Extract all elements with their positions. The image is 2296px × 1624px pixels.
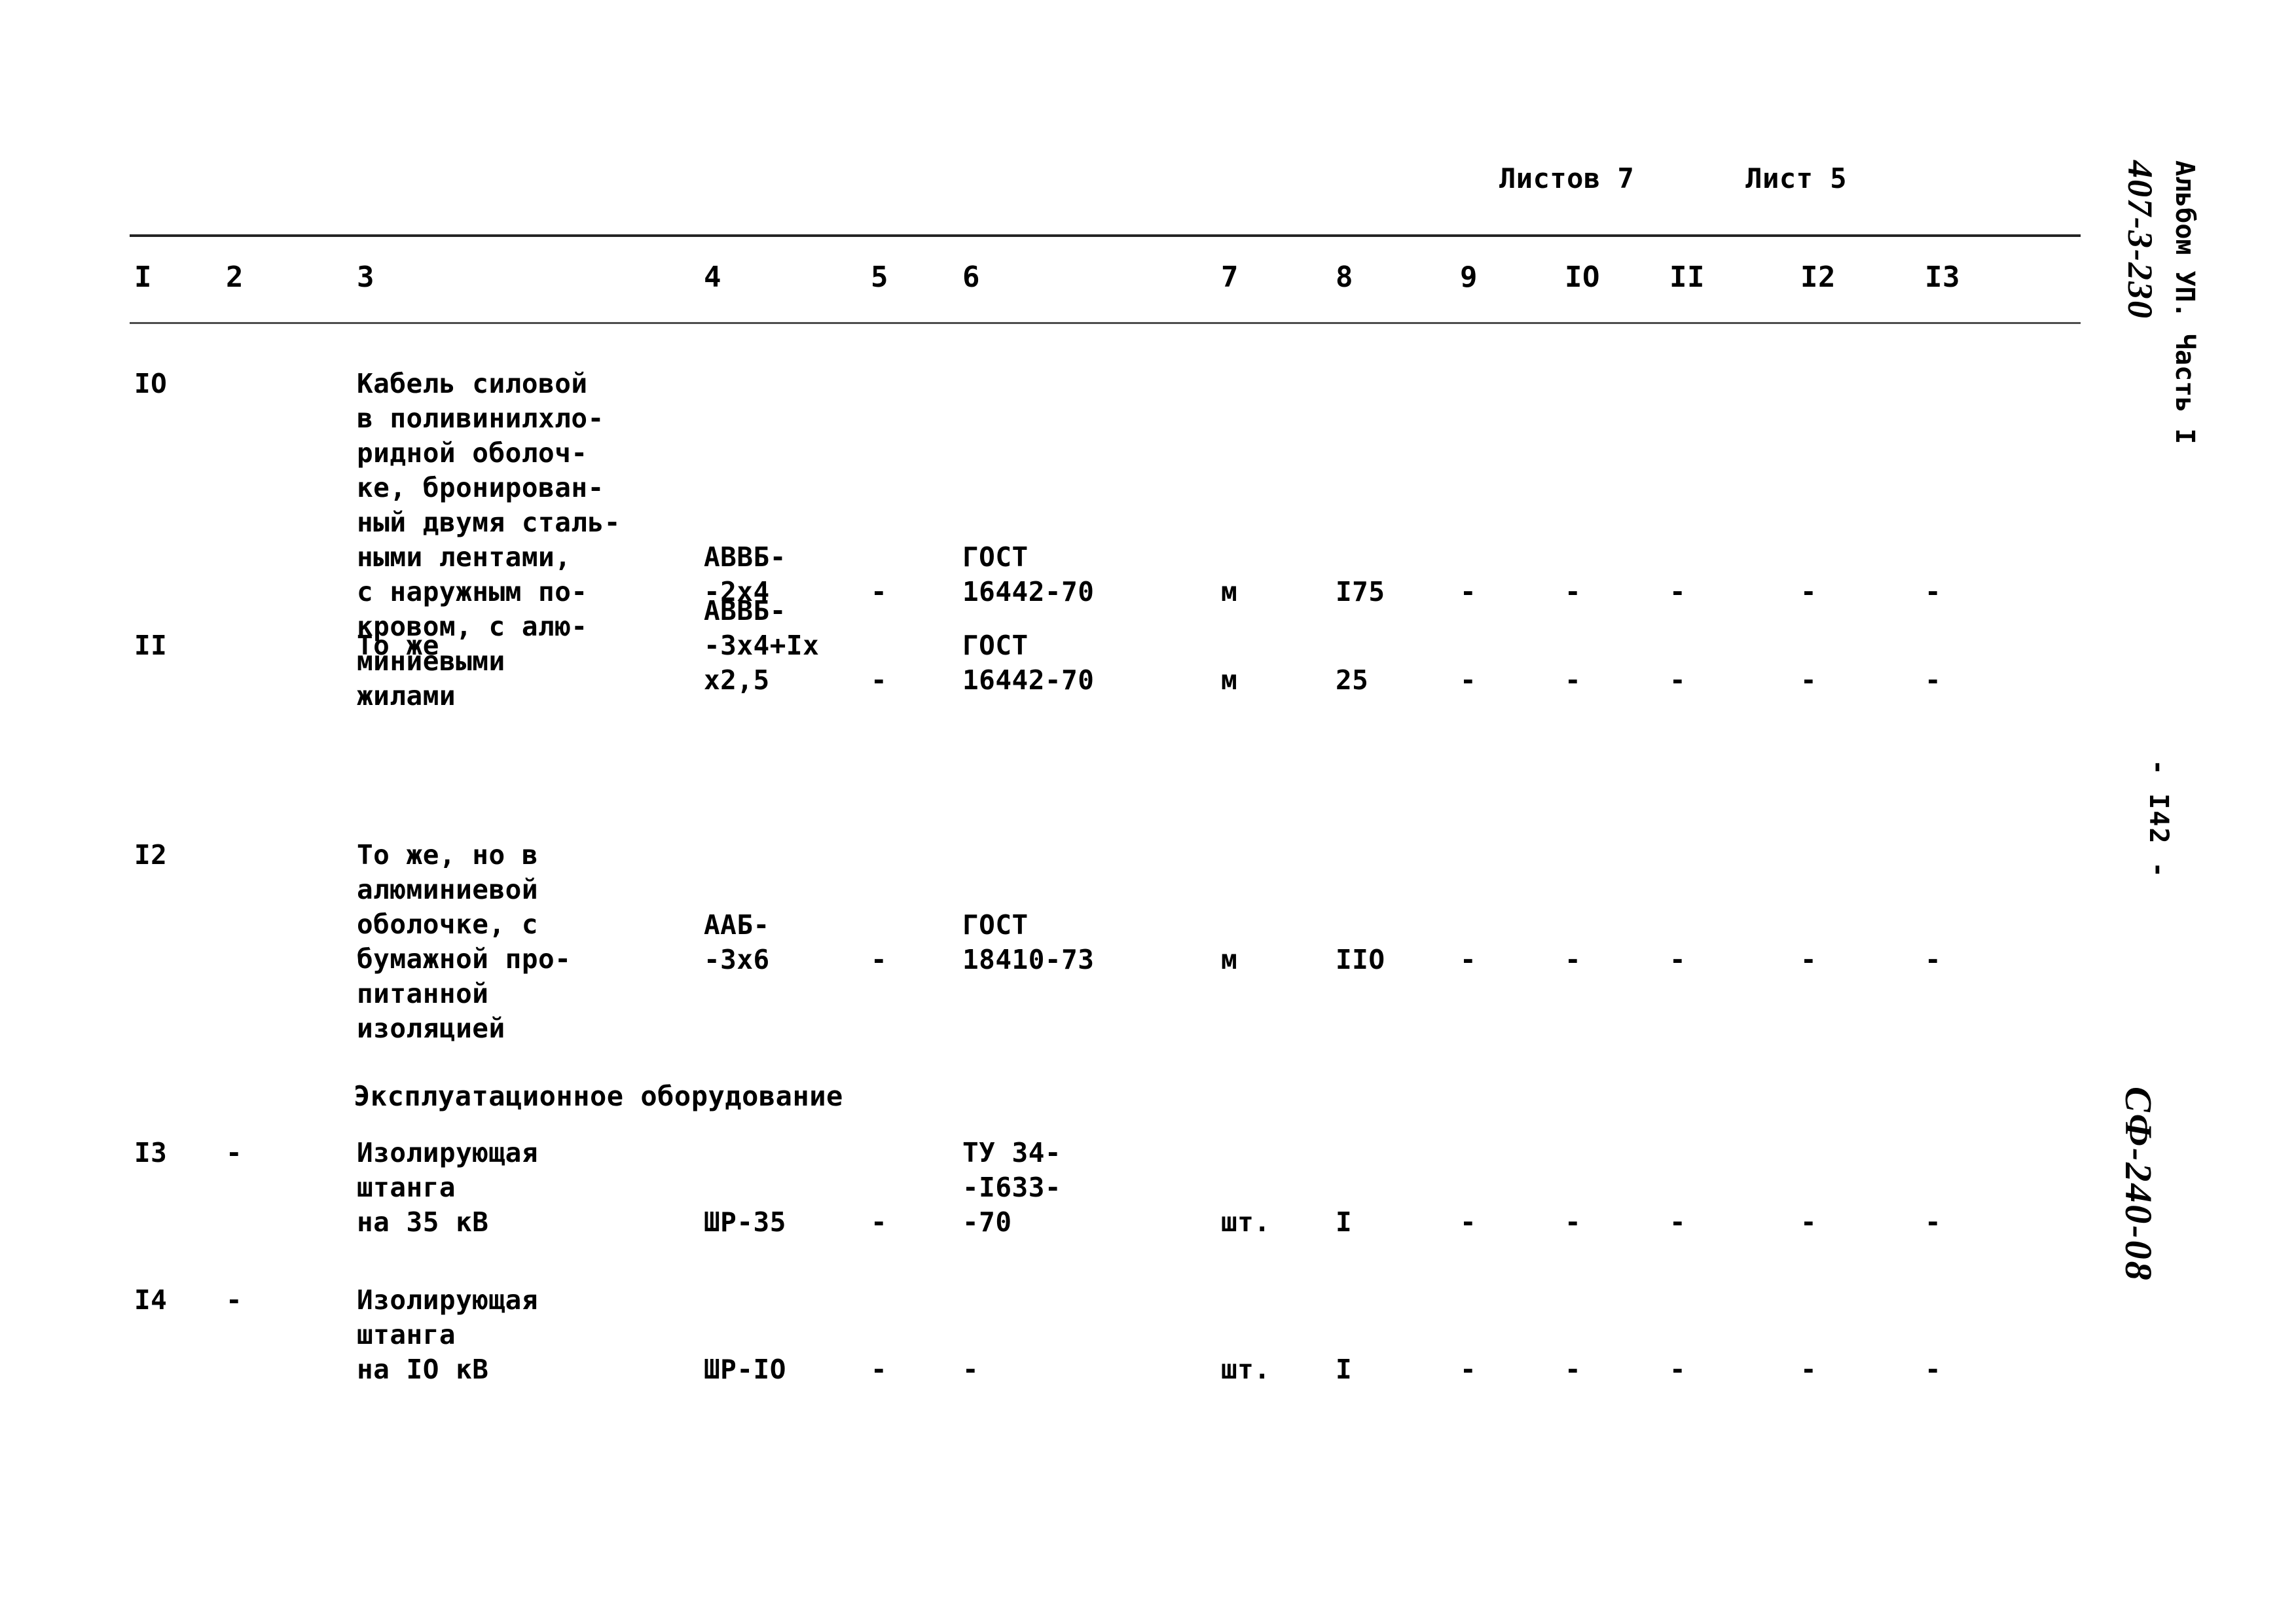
row-col10-cell: - xyxy=(1565,576,1582,607)
column-number-1: I xyxy=(134,261,152,294)
scanned-document-page: Листов 7 Лист 5 I 2 3 4 5 6 7 8 9 IO II I2 I3 IO Кабе… xyxy=(0,0,2296,1624)
row-quantity-cell: 25 xyxy=(1336,664,1369,696)
row-col11-cell: - xyxy=(1669,1354,1686,1385)
row-standard-cell: ГОСТ 18410-73 xyxy=(962,909,1095,975)
margin-album-label: Альбом УП. Часть I xyxy=(2170,160,2200,444)
column-number-4: 4 xyxy=(704,261,721,294)
column-number-12: I2 xyxy=(1800,261,1836,294)
column-number-10: IO xyxy=(1565,261,1600,294)
row-type-cell: ШР-IO xyxy=(704,1354,786,1385)
row-quantity-cell: I75 xyxy=(1336,576,1385,607)
row-col5-cell: - xyxy=(871,1206,888,1238)
row-col5-cell: - xyxy=(871,1354,888,1385)
row-unit-cell: шт. xyxy=(1221,1206,1271,1238)
row-col11-cell: - xyxy=(1669,944,1686,975)
row-col12-cell: - xyxy=(1800,664,1817,696)
column-number-6: 6 xyxy=(962,261,980,294)
row-number-cell: I3 xyxy=(134,1137,168,1168)
row-col2-cell: - xyxy=(226,1284,243,1316)
row-col5-cell: - xyxy=(871,664,888,696)
row-description-cell: Изолирующая штанга на IO кВ xyxy=(357,1284,539,1385)
row-unit-cell: м xyxy=(1221,664,1238,696)
column-number-2: 2 xyxy=(226,261,244,294)
row-col10-cell: - xyxy=(1565,664,1582,696)
row-col13-cell: - xyxy=(1925,1206,1942,1238)
row-standard-cell: ГОСТ 16442-70 xyxy=(962,630,1095,696)
column-number-11: II xyxy=(1669,261,1705,294)
row-type-cell: АВВБ- -3х4+Iх х2,5 xyxy=(704,595,820,696)
sheet-number-label: Лист 5 xyxy=(1745,162,1848,194)
row-col12-cell: - xyxy=(1800,944,1817,975)
row-standard-cell: ГОСТ 16442-70 xyxy=(962,541,1095,607)
row-col13-cell: - xyxy=(1925,664,1942,696)
row-quantity-cell: I xyxy=(1336,1206,1353,1238)
row-col9-cell: - xyxy=(1460,664,1477,696)
row-col13-cell: - xyxy=(1925,1354,1942,1385)
margin-drawing-code: 407-3-230 xyxy=(2121,160,2160,319)
row-unit-cell: м xyxy=(1221,576,1238,607)
column-number-5: 5 xyxy=(871,261,888,294)
row-number-cell: II xyxy=(134,630,168,661)
column-number-9: 9 xyxy=(1460,261,1478,294)
row-col12-cell: - xyxy=(1800,576,1817,607)
row-col10-cell: - xyxy=(1565,1206,1582,1238)
row-col11-cell: - xyxy=(1669,1206,1686,1238)
row-col5-cell: - xyxy=(871,576,888,607)
row-quantity-cell: I xyxy=(1336,1354,1353,1385)
row-col9-cell: - xyxy=(1460,576,1477,607)
row-unit-cell: шт. xyxy=(1221,1354,1271,1385)
row-description-cell: Изолирующая штанга на 35 кВ xyxy=(357,1137,539,1238)
row-col9-cell: - xyxy=(1460,944,1477,975)
column-number-8: 8 xyxy=(1336,261,1353,294)
sheet-folio-header: Листов 7 Лист 5 xyxy=(1499,162,2088,194)
table-column-number-row: I 2 3 4 5 6 7 8 9 IO II I2 I3 xyxy=(0,261,2296,306)
row-number-cell: I2 xyxy=(134,839,168,871)
sheets-total-label: Листов 7 xyxy=(1499,162,1635,194)
row-type-cell: ААБ- -3х6 xyxy=(704,909,770,975)
table-top-rule xyxy=(130,234,2081,237)
row-col11-cell: - xyxy=(1669,576,1686,607)
row-standard-cell: ТУ 34- -I633- -70 xyxy=(962,1137,1062,1238)
row-col10-cell: - xyxy=(1565,944,1582,975)
row-unit-cell: м xyxy=(1221,944,1238,975)
column-number-3: 3 xyxy=(357,261,374,294)
row-number-cell: IO xyxy=(134,368,168,399)
column-number-7: 7 xyxy=(1221,261,1239,294)
margin-archive-code: СФ-240-08 xyxy=(2117,1087,2160,1282)
column-number-13: I3 xyxy=(1925,261,1960,294)
row-col2-cell: - xyxy=(226,1137,243,1168)
row-standard-cell: - xyxy=(962,1354,979,1385)
row-description-cell: То же, но в алюминиевой оболочке, с бума… xyxy=(357,839,572,1044)
row-description-cell: То же xyxy=(357,630,439,661)
row-col12-cell: - xyxy=(1800,1354,1817,1385)
row-type-cell: ШР-35 xyxy=(704,1206,786,1238)
row-col11-cell: - xyxy=(1669,664,1686,696)
row-col13-cell: - xyxy=(1925,944,1942,975)
row-col5-cell: - xyxy=(871,944,888,975)
row-number-cell: I4 xyxy=(134,1284,168,1316)
section-heading: Эксплуатационное оборудование xyxy=(354,1080,843,1112)
row-col13-cell: - xyxy=(1925,576,1942,607)
margin-page-number: - I42 - xyxy=(2143,759,2174,879)
row-col9-cell: - xyxy=(1460,1354,1477,1385)
row-col12-cell: - xyxy=(1800,1206,1817,1238)
row-col9-cell: - xyxy=(1460,1206,1477,1238)
table-header-bottom-rule xyxy=(130,322,2081,324)
row-quantity-cell: IIO xyxy=(1336,944,1385,975)
row-col10-cell: - xyxy=(1565,1354,1582,1385)
